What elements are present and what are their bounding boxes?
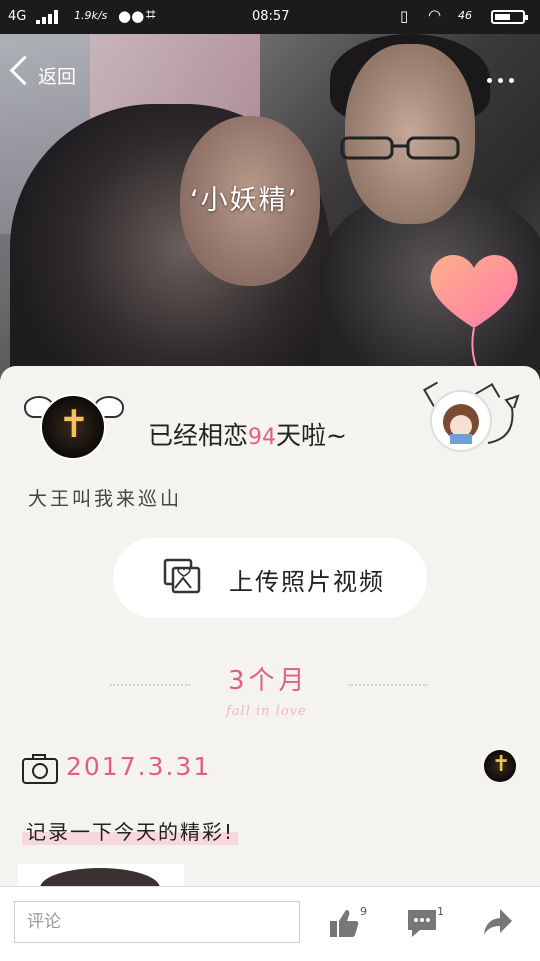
- cross-icon: ✝: [492, 752, 511, 777]
- post-text: 记录一下今天的精彩!: [22, 816, 239, 845]
- status-bar: 4G 1.9k/s ●● ⌗ 08:57 ▯ ◠ 46: [0, 0, 540, 34]
- cartoon-girl-icon: [443, 404, 479, 444]
- wifi-icon: ◠: [428, 6, 442, 24]
- love-card: ✝ 已经相恋94天啦~ 大王叫我来巡山 上传照片视频 3个月 fall in l…: [0, 366, 540, 894]
- heart-balloon-icon: [424, 248, 524, 368]
- network-speed: 1.9k/s: [74, 9, 108, 22]
- post-author-avatar[interactable]: ✝: [484, 750, 516, 782]
- camera-icon: [22, 754, 58, 784]
- comment-bubble-icon[interactable]: [406, 907, 438, 939]
- share-arrow-icon[interactable]: [482, 907, 514, 937]
- divider-right: [348, 684, 428, 686]
- fall-in-love-caption: fall in love: [226, 704, 307, 719]
- network-type: 4G: [8, 9, 27, 24]
- love-suffix: 天啦~: [276, 421, 347, 450]
- comment-count: 1: [437, 905, 444, 918]
- wechat-icon: ●●: [118, 7, 145, 25]
- upload-label: 上传照片视频: [229, 568, 385, 596]
- love-days-text: 已经相恋94天啦~: [148, 416, 347, 452]
- photo-stack-icon: [163, 558, 201, 594]
- like-count: 9: [360, 905, 367, 918]
- screenshot-icon: ⌗: [146, 5, 156, 25]
- battery-level: 46: [458, 9, 472, 22]
- avatar-partner[interactable]: [430, 390, 492, 452]
- divider-left: [110, 684, 190, 686]
- couple-nickname: ‘小妖精’: [190, 185, 299, 216]
- devil-tail-icon: [487, 394, 520, 444]
- back-button[interactable]: 返回: [38, 62, 76, 89]
- love-days-count: 94: [248, 425, 277, 450]
- battery-icon: [491, 10, 528, 24]
- clock: 08:57: [252, 9, 290, 24]
- love-prefix: 已经相恋: [148, 421, 249, 450]
- post-date: 2017.3.31: [66, 752, 212, 781]
- like-thumb-icon[interactable]: [328, 907, 362, 939]
- bottom-action-bar: 评论 9 1: [0, 886, 540, 961]
- avatar-me[interactable]: ✝: [40, 394, 106, 460]
- glasses-shape: [340, 136, 460, 160]
- vibrate-icon: ▯: [400, 7, 409, 25]
- cross-icon: ✝: [58, 402, 90, 446]
- signal-icon: [36, 10, 58, 24]
- month-milestone: 3个月: [228, 666, 309, 696]
- more-options-icon[interactable]: [487, 68, 520, 87]
- upload-photo-video-button[interactable]: 上传照片视频: [113, 538, 427, 618]
- motto-text: 大王叫我来巡山: [28, 488, 183, 510]
- comment-input[interactable]: 评论: [14, 901, 300, 943]
